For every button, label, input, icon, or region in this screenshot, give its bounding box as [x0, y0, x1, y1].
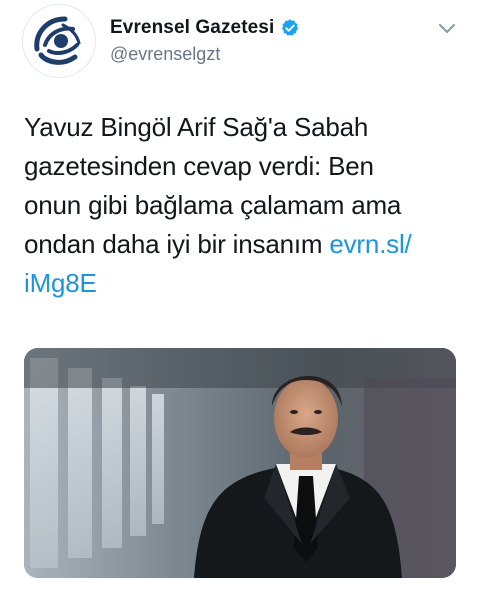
tweet-photo[interactable] — [24, 348, 456, 578]
tweet-text-line: onun gibi bağlama çalamam ama — [24, 190, 402, 220]
verified-badge-icon — [280, 18, 300, 38]
tweet-text-line: gazetesinden cevap verdi: Ben — [24, 151, 374, 181]
portrait-photo-image — [24, 348, 456, 578]
author-handle[interactable]: @evrenselgzt — [110, 44, 300, 65]
tweet-text-line: iMg8E — [24, 264, 464, 303]
tweet-text: Yavuz Bingöl Arif Sağ'a Sabah gazetesind… — [24, 108, 464, 303]
author-display-name[interactable]: Evrensel Gazetesi — [110, 17, 274, 39]
author-avatar[interactable] — [22, 4, 96, 78]
tweet-link[interactable]: evrn.sl/ — [329, 229, 411, 259]
chevron-down-icon[interactable] — [438, 22, 456, 34]
tweet-link-continuation[interactable]: iMg8E — [24, 268, 97, 298]
tweet-card: Evrensel Gazetesi @evrenselgzt Yavuz Bin… — [0, 0, 480, 592]
name-row: Evrensel Gazetesi — [110, 16, 300, 40]
globe-logo-icon — [23, 5, 95, 77]
tweet-text-line: Yavuz Bingöl Arif Sağ'a Sabah — [24, 112, 369, 142]
tweet-text-line: ondan daha iyi bir insanım evrn.sl/ — [24, 225, 464, 264]
tweet-text-line-part: ondan daha iyi bir insanım — [24, 229, 330, 259]
author-info: Evrensel Gazetesi @evrenselgzt — [110, 16, 300, 65]
